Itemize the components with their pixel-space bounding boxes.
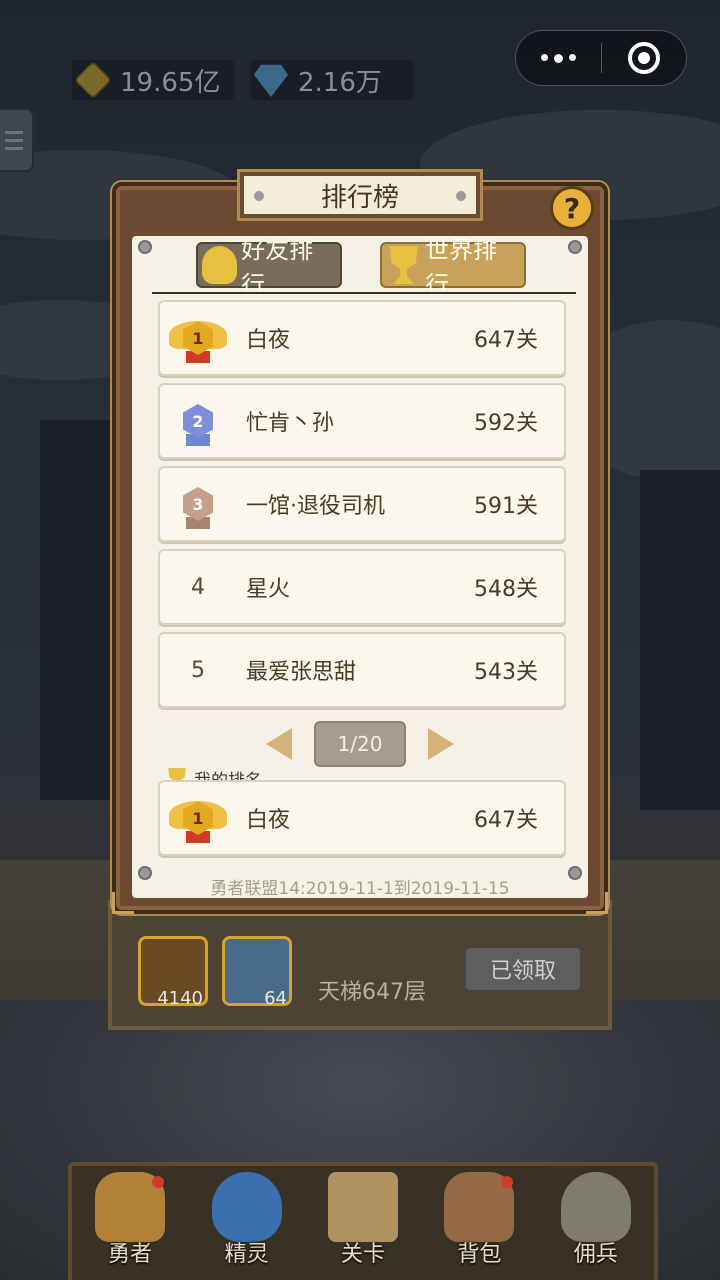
rivet (254, 191, 264, 201)
player-name: 忙肯丶孙 (246, 411, 335, 436)
tab-world-ranking[interactable]: 世界排行 (380, 236, 526, 299)
page-indicator: 1/20 (314, 721, 406, 767)
tab-label: 好友排行 (241, 236, 314, 299)
dot-icon (554, 53, 563, 63)
rank-number: 3 (183, 487, 213, 521)
ranking-row[interactable]: 3 一馆·退役司机 591关 (158, 466, 566, 542)
bottom-nav: 勇者 精灵 关卡 背包 佣兵 (68, 1162, 658, 1280)
nav-item-spirit[interactable]: 精灵 (197, 1168, 297, 1268)
menu-icon (5, 130, 23, 134)
panel-corner (112, 892, 134, 914)
rivet (138, 240, 152, 254)
title-plate: 排行榜 (240, 172, 480, 218)
leaderboard-modal: 排行榜 ? 好友排行 世界排行 1 白夜 647关 2 忙肯丶孙 592关 3 … (112, 172, 608, 914)
gem-counter: 2.16万 (250, 60, 414, 100)
player-name: 一馆·退役司机 (246, 494, 385, 519)
diamond-icon (254, 64, 288, 97)
player-score: 543关 (474, 660, 538, 685)
tab-friends-ranking[interactable]: 好友排行 (196, 236, 342, 299)
ranking-row[interactable]: 1 白夜 647关 (158, 300, 566, 376)
prev-page-button[interactable] (262, 727, 296, 761)
more-options-button[interactable] (516, 53, 601, 63)
player-score: 647关 (474, 328, 538, 353)
miniprogram-capsule (515, 30, 687, 86)
leaderboard-panel: 好友排行 世界排行 1 白夜 647关 2 忙肯丶孙 592关 3 一馆·退役司… (132, 236, 588, 899)
rivet (568, 240, 582, 254)
ranking-row[interactable]: 2 忙肯丶孙 592关 (158, 383, 566, 459)
player-score: 592关 (474, 411, 538, 436)
nav-item-stage[interactable]: 关卡 (313, 1168, 413, 1268)
player-score: 548关 (474, 577, 538, 602)
player-name: 白夜 (246, 328, 291, 353)
nav-item-mercenary[interactable]: 佣兵 (546, 1168, 646, 1268)
gold-coin-icon (73, 60, 113, 100)
player-score: 647关 (474, 808, 538, 833)
nav-label: 背包 (457, 1242, 502, 1267)
gold-medal-icon: 1 (169, 315, 227, 363)
season-period: 勇者联盟14:2019-11-1到2019-11-15 (210, 879, 510, 899)
nav-label: 关卡 (340, 1242, 385, 1267)
panel-corner (586, 892, 608, 914)
player-name: 最爱张思甜 (246, 660, 357, 685)
close-miniprogram-button[interactable] (602, 42, 686, 74)
target-icon (627, 42, 660, 74)
ranking-row[interactable]: 5 最爱张思甜 543关 (158, 632, 566, 708)
mercenary-icon (560, 1172, 631, 1242)
trophy-icon (389, 246, 418, 284)
side-menu-button[interactable] (0, 108, 34, 172)
player-name: 白夜 (246, 808, 291, 833)
rank-number: 4 (191, 574, 205, 600)
modal-title: 排行榜 (320, 182, 399, 213)
rank-cell: 1 (160, 795, 236, 843)
tab-divider (152, 292, 576, 294)
rank-cell: 3 (160, 481, 236, 529)
reward-item-skill-book[interactable]: 64 (222, 936, 292, 1009)
claimed-button[interactable]: 已领取 (464, 946, 582, 992)
spirit-icon (211, 1172, 282, 1242)
help-button[interactable]: ? (550, 186, 594, 230)
rank-number: 5 (191, 657, 205, 683)
ranking-row[interactable]: 4 星火 548关 (158, 549, 566, 625)
rivet (456, 191, 466, 201)
question-icon: ? (563, 191, 581, 225)
ladder-level: 天梯647层 (318, 980, 426, 1005)
reward-count: 64 (264, 988, 287, 1009)
nav-item-backpack[interactable]: 背包 (429, 1168, 529, 1268)
dot-icon (569, 53, 576, 61)
my-ranking-row[interactable]: 1 白夜 647关 (158, 780, 566, 856)
rank-cell: 1 (160, 315, 236, 363)
reward-item-diamond-chest[interactable]: 4140 (138, 936, 208, 1009)
gold-amount: 19.65亿 (120, 67, 221, 98)
arrow-left-icon (266, 728, 292, 760)
next-page-button[interactable] (424, 727, 458, 761)
reward-strip: 4140 64 天梯647层 已领取 (108, 900, 612, 1030)
gold-medal-icon: 1 (169, 795, 227, 843)
arrow-right-icon (428, 728, 454, 760)
bronze-medal-icon: 3 (175, 481, 221, 529)
gem-amount: 2.16万 (298, 67, 382, 98)
nav-label: 勇者 (108, 1242, 153, 1267)
rank-number: 2 (183, 404, 213, 438)
map-scroll-icon (327, 1172, 398, 1242)
reward-count: 4140 (157, 988, 203, 1009)
nav-label: 精灵 (224, 1242, 269, 1267)
friends-icon (202, 246, 238, 284)
silver-medal-icon: 2 (175, 398, 221, 446)
player-score: 591关 (474, 494, 538, 519)
dot-icon (541, 53, 548, 61)
rank-cell: 2 (160, 398, 236, 446)
gold-counter: 19.65亿 (72, 60, 234, 100)
tab-label: 世界排行 (425, 236, 498, 299)
nav-item-hero[interactable]: 勇者 (80, 1168, 180, 1268)
player-name: 星火 (246, 577, 291, 602)
nav-label: 佣兵 (573, 1242, 618, 1267)
pagination: 1/20 (132, 720, 588, 768)
